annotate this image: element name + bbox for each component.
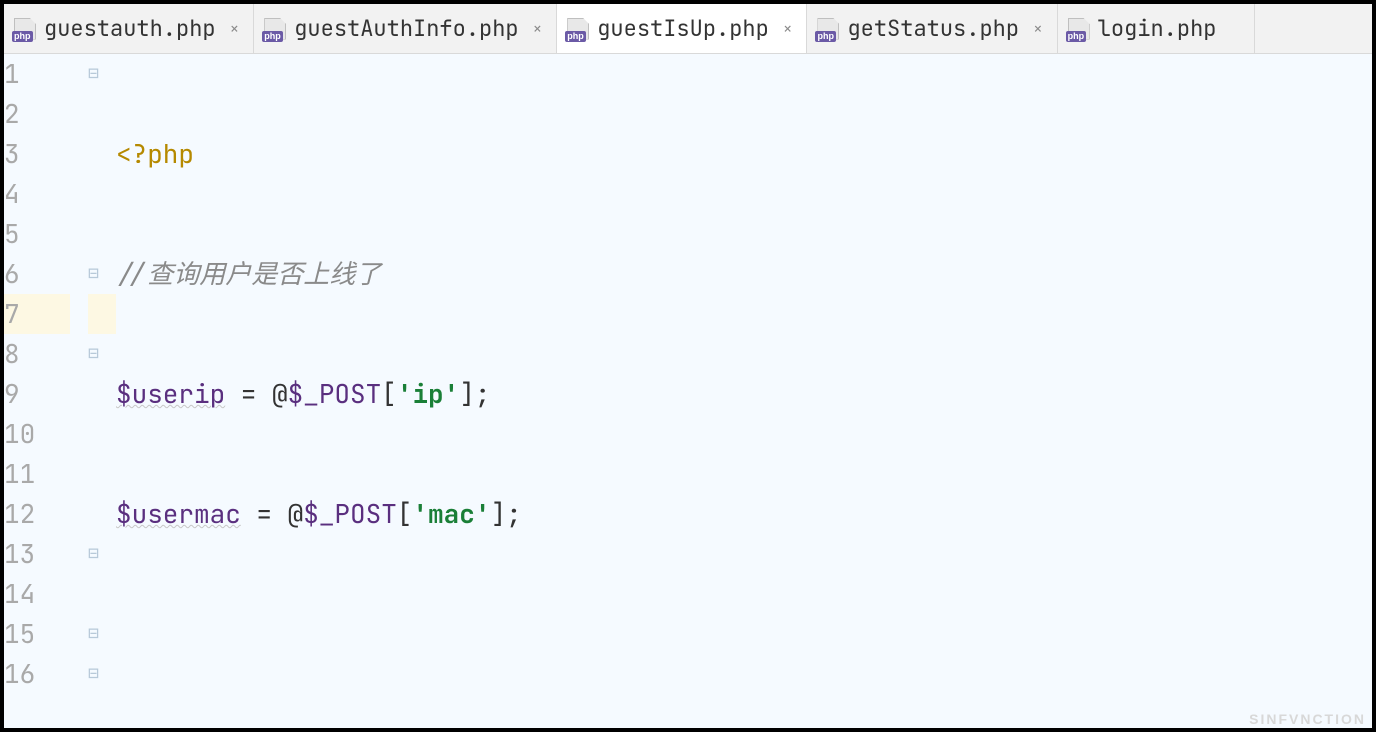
string: 'ip' xyxy=(397,374,459,414)
fold-mark[interactable]: ⊟ xyxy=(88,334,116,374)
line-number: 9 xyxy=(4,374,70,414)
line-number: 1 xyxy=(4,54,70,94)
superglobal: $_POST xyxy=(288,374,382,414)
fold-mark xyxy=(88,374,116,414)
line-number: 14 xyxy=(4,574,70,614)
line-number: 2 xyxy=(4,94,70,134)
bracket: [ xyxy=(381,374,397,414)
line-number: 12 xyxy=(4,494,70,534)
line-number-gutter: 1 2 3 4 5 6 7 8 9 10 11 12 13 14 15 16 xyxy=(4,54,88,728)
fold-mark[interactable]: ⊟ xyxy=(88,654,116,694)
fold-mark xyxy=(88,454,116,494)
close-icon[interactable]: × xyxy=(533,18,543,39)
fold-mark xyxy=(88,294,116,334)
tab-bar: guestauth.php × guestAuthInfo.php × gues… xyxy=(4,4,1372,54)
tab-login[interactable]: login.php × xyxy=(1058,4,1255,53)
code-area[interactable]: <?php //查询用户是否上线了 $userip = @$_POST['ip'… xyxy=(116,54,1372,728)
string: 'mac' xyxy=(412,494,490,534)
code-line[interactable]: $usermac = @$_POST['mac']; xyxy=(116,494,1372,534)
php-file-icon xyxy=(567,18,589,40)
watermark: SINFVNCTION xyxy=(1249,712,1366,726)
tab-guestauth[interactable]: guestauth.php × xyxy=(4,4,254,53)
line-number: 15 xyxy=(4,614,70,654)
fold-mark xyxy=(88,494,116,534)
op: = xyxy=(241,494,288,534)
fold-mark[interactable]: ⊟ xyxy=(88,614,116,654)
tab-getstatus[interactable]: getStatus.php × xyxy=(807,4,1057,53)
close-icon[interactable]: × xyxy=(230,18,240,39)
fold-mark xyxy=(88,174,116,214)
code-editor[interactable]: 1 2 3 4 5 6 7 8 9 10 11 12 13 14 15 16 ⊟… xyxy=(4,54,1372,728)
fold-mark xyxy=(88,414,116,454)
fold-mark xyxy=(88,214,116,254)
line-number: 5 xyxy=(4,214,70,254)
php-file-icon xyxy=(264,18,286,40)
line-number: 16 xyxy=(4,654,70,694)
line-number: 13 xyxy=(4,534,70,574)
variable: $usermac xyxy=(116,494,241,534)
bracket: [ xyxy=(397,494,413,534)
tab-label: guestauth.php xyxy=(44,14,216,43)
at-op: @ xyxy=(272,374,288,414)
tab-label: guestAuthInfo.php xyxy=(294,14,518,43)
fold-mark xyxy=(88,94,116,134)
fold-mark[interactable]: ⊟ xyxy=(88,254,116,294)
line-number: 8 xyxy=(4,334,70,374)
at-op: @ xyxy=(288,494,304,534)
close-icon[interactable]: × xyxy=(1033,18,1043,39)
close-icon[interactable]: × xyxy=(783,18,793,39)
line-number: 7 xyxy=(4,294,70,334)
op: = xyxy=(225,374,272,414)
fold-mark xyxy=(88,574,116,614)
line-number: 11 xyxy=(4,454,70,494)
fold-mark[interactable]: ⊟ xyxy=(88,534,116,574)
code-line[interactable]: <?php xyxy=(116,134,1372,174)
line-number: 3 xyxy=(4,134,70,174)
tab-label: getStatus.php xyxy=(847,14,1019,43)
php-file-icon xyxy=(1068,18,1090,40)
tab-guestisup[interactable]: guestIsUp.php × xyxy=(557,4,807,53)
fold-gutter: ⊟ ⊟ ⊟ ⊟ ⊟ ⊟ xyxy=(88,54,116,728)
comment: //查询用户是否上线了 xyxy=(116,254,381,294)
line-number: 10 xyxy=(4,414,70,454)
line-number: 4 xyxy=(4,174,70,214)
end: ]; xyxy=(490,494,521,534)
end: ]; xyxy=(459,374,490,414)
code-line[interactable]: $userip = @$_POST['ip']; xyxy=(116,374,1372,414)
variable: $userip xyxy=(116,374,225,414)
line-number: 6 xyxy=(4,254,70,294)
code-line[interactable]: //查询用户是否上线了 xyxy=(116,254,1372,294)
fold-mark xyxy=(88,134,116,174)
php-open-tag: <?php xyxy=(116,134,194,174)
superglobal: $_POST xyxy=(303,494,397,534)
php-file-icon xyxy=(817,18,839,40)
tab-label: guestIsUp.php xyxy=(597,14,769,43)
tab-label: login.php xyxy=(1098,14,1217,43)
tab-guestauthinfo[interactable]: guestAuthInfo.php × xyxy=(254,4,557,53)
php-file-icon xyxy=(14,18,36,40)
fold-mark[interactable]: ⊟ xyxy=(88,54,116,94)
editor-window: guestauth.php × guestAuthInfo.php × gues… xyxy=(0,0,1376,732)
code-line[interactable] xyxy=(116,614,1372,654)
